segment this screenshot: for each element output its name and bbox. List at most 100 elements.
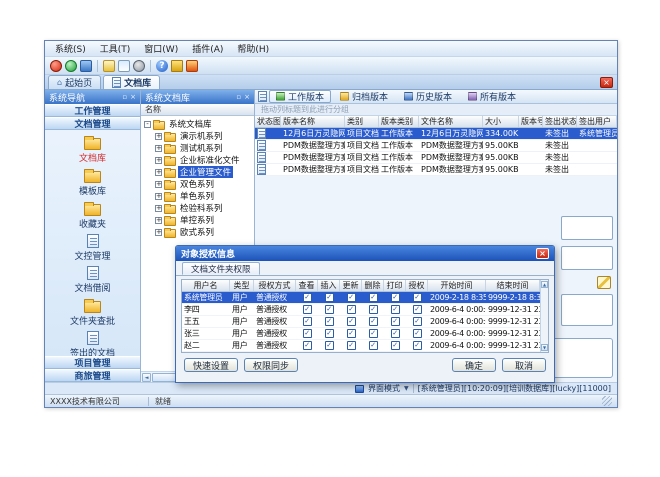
column-header[interactable]: 查看 — [296, 280, 318, 291]
help-icon[interactable]: ? — [156, 60, 168, 72]
expand-icon[interactable]: + — [155, 205, 162, 212]
tab-all-versions[interactable]: 所有版本 — [461, 90, 523, 103]
resize-grip[interactable] — [602, 396, 612, 406]
column-header[interactable]: 状态图 — [255, 116, 281, 127]
column-header[interactable]: 版本类别 — [379, 116, 419, 127]
permission-row[interactable]: 王五 用户 普通授权 2009-6-4 0:00:00 9999-12-31 2… — [182, 316, 540, 328]
sidebar-item-doc-borrow[interactable]: 文档借阅 — [48, 264, 138, 295]
sidebar-item-doc-control[interactable]: 文控管理 — [48, 232, 138, 263]
column-header[interactable]: 文件名称 — [419, 116, 483, 127]
grant-checkbox[interactable] — [413, 305, 422, 314]
print-checkbox[interactable] — [391, 317, 400, 326]
column-header[interactable]: 类型 — [230, 280, 254, 291]
insert-checkbox[interactable] — [325, 317, 334, 326]
sidebar-item-folder-review[interactable]: 文件夹查批 — [48, 296, 138, 328]
expand-icon[interactable]: + — [155, 157, 162, 164]
pin-icon[interactable]: ▫ — [236, 92, 241, 102]
sidebar-section-doc[interactable]: 文档管理 — [45, 117, 140, 130]
sidebar-section-work[interactable]: 工作管理 — [45, 104, 140, 117]
expand-icon[interactable]: + — [155, 133, 162, 140]
detail-field[interactable] — [561, 216, 613, 240]
detail-field[interactable] — [561, 294, 613, 326]
permission-row[interactable]: 李四 用户 普通授权 2009-6-4 0:00:00 9999-12-31 2… — [182, 304, 540, 316]
view-checkbox[interactable] — [303, 305, 312, 314]
permission-row[interactable]: 张三 用户 普通授权 2009-6-4 0:00:00 9999-12-31 2… — [182, 328, 540, 340]
sidebar-item-doclib[interactable]: 文档库 — [48, 133, 138, 165]
sidebar-item-checked-out[interactable]: 签出的文档 — [48, 329, 138, 356]
delete-checkbox[interactable] — [369, 305, 378, 314]
expand-icon[interactable]: + — [155, 193, 162, 200]
insert-checkbox[interactable] — [325, 305, 334, 314]
column-header[interactable]: 插入 — [318, 280, 340, 291]
close-icon[interactable]: × — [600, 77, 613, 88]
menu-window[interactable]: 窗口(W) — [137, 41, 185, 56]
shield-icon[interactable] — [186, 60, 198, 72]
dialog-title-bar[interactable]: 对象授权信息 × — [176, 246, 554, 261]
sidebar-item-favorites[interactable]: 收藏夹 — [48, 199, 138, 231]
ui-mode-label[interactable]: 界面模式 — [368, 383, 400, 394]
permission-row[interactable]: 赵二 用户 普通授权 2009-6-4 0:00:00 9999-12-31 2… — [182, 340, 540, 352]
tab-start-page[interactable]: ⌂ 起始页 — [48, 75, 101, 89]
tab-folder-permissions[interactable]: 文档文件夹权限 — [182, 262, 260, 275]
column-header[interactable]: 开始时间 — [428, 280, 486, 291]
update-checkbox[interactable] — [347, 329, 356, 338]
tab-history-version[interactable]: 历史版本 — [397, 90, 459, 103]
print-checkbox[interactable] — [391, 293, 400, 302]
expand-icon[interactable]: + — [155, 217, 162, 224]
expand-icon[interactable]: + — [155, 169, 162, 176]
view-checkbox[interactable] — [303, 329, 312, 338]
view-checkbox[interactable] — [303, 293, 312, 302]
chevron-down-icon[interactable]: ▼ — [404, 385, 409, 392]
tree-item-selected[interactable]: + 企业管理文件 — [141, 166, 254, 178]
column-header[interactable]: 签出用户 — [577, 116, 617, 127]
column-header[interactable]: 授权 — [406, 280, 428, 291]
gear-icon[interactable] — [133, 60, 145, 72]
delete-checkbox[interactable] — [369, 317, 378, 326]
update-checkbox[interactable] — [347, 305, 356, 314]
tree-item[interactable]: + 检验科系列 — [141, 202, 254, 214]
grant-checkbox[interactable] — [413, 317, 422, 326]
sidebar-section-travel[interactable]: 商旅管理 — [45, 369, 140, 382]
print-checkbox[interactable] — [391, 341, 400, 350]
update-checkbox[interactable] — [347, 317, 356, 326]
tree-item-root[interactable]: - 系统文档库 — [141, 118, 254, 130]
scroll-down-icon[interactable]: ▼ — [541, 344, 548, 351]
power-icon[interactable] — [50, 60, 62, 72]
tree-item[interactable]: + 单控系列 — [141, 214, 254, 226]
column-header[interactable]: 签出状态 — [543, 116, 577, 127]
menu-plugins[interactable]: 插件(A) — [185, 41, 230, 56]
tree-item[interactable]: + 测试机系列 — [141, 142, 254, 154]
chart-icon[interactable] — [118, 60, 130, 72]
grant-checkbox[interactable] — [413, 329, 422, 338]
table-row[interactable]: PDM数据整理方案.doc 项目文档 工作版本 PDM数据整理方案.doc 95… — [255, 140, 617, 152]
tab-working-version[interactable]: 工作版本 — [269, 90, 331, 103]
permission-row[interactable]: 系统管理员 用户 普通授权 2009-2-18 8:35:57 9999-2-1… — [182, 292, 540, 304]
delete-checkbox[interactable] — [369, 293, 378, 302]
column-header[interactable]: 删除 — [362, 280, 384, 291]
group-by-hint[interactable]: 拖动列标题到此进行分组 — [255, 104, 617, 116]
collapse-icon[interactable]: - — [144, 121, 151, 128]
column-header[interactable]: 版本名称 — [281, 116, 345, 127]
lock-icon[interactable] — [171, 60, 183, 72]
expand-icon[interactable]: + — [155, 229, 162, 236]
edit-icon[interactable] — [597, 276, 611, 289]
document-icon[interactable] — [258, 91, 267, 102]
insert-checkbox[interactable] — [325, 293, 334, 302]
scroll-up-icon[interactable]: ▲ — [541, 281, 548, 288]
print-checkbox[interactable] — [391, 329, 400, 338]
update-checkbox[interactable] — [347, 341, 356, 350]
sidebar-item-templates[interactable]: 模板库 — [48, 166, 138, 198]
delete-checkbox[interactable] — [369, 341, 378, 350]
insert-checkbox[interactable] — [325, 329, 334, 338]
column-header[interactable]: 打印 — [384, 280, 406, 291]
table-row[interactable]: PDM数据整理方案2.doc 项目文档 工作版本 PDM数据整理方案2.doc … — [255, 152, 617, 164]
tree-item[interactable]: + 企业标准化文件 — [141, 154, 254, 166]
detail-field[interactable] — [561, 246, 613, 270]
pin-icon[interactable]: ▫ — [122, 92, 127, 102]
globe-icon[interactable] — [65, 60, 77, 72]
column-header[interactable]: 用户名 — [182, 280, 230, 291]
expand-icon[interactable]: + — [155, 145, 162, 152]
column-header[interactable]: 更新 — [340, 280, 362, 291]
table-row[interactable]: PDM数据整理方案4.doc 项目文档 工作版本 PDM数据整理方案4.doc … — [255, 164, 617, 176]
tree-item[interactable]: + 欧式系列 — [141, 226, 254, 238]
